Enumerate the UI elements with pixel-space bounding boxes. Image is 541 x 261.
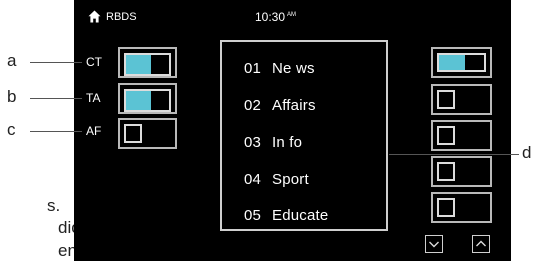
preset-toggle-3[interactable] bbox=[431, 120, 492, 151]
ta-toggle[interactable] bbox=[118, 83, 177, 114]
clock-time: 10:30 bbox=[255, 10, 286, 24]
preset-number: 04 bbox=[244, 171, 262, 188]
preset-name: In fo bbox=[272, 134, 303, 151]
chevron-up-icon bbox=[476, 240, 486, 247]
home-icon[interactable] bbox=[88, 10, 101, 23]
preset-checkbox-4 bbox=[437, 162, 455, 181]
clock-meridiem: AM bbox=[287, 12, 297, 18]
preset-item-01[interactable]: 01 Ne ws bbox=[244, 60, 315, 77]
preset-number: 02 bbox=[244, 97, 262, 114]
callout-line-b bbox=[30, 98, 82, 99]
callout-line-d bbox=[389, 154, 519, 155]
preset-checkbox-3 bbox=[437, 126, 455, 145]
preset-name: Ne ws bbox=[272, 60, 315, 77]
preset-item-04[interactable]: 04 Sport bbox=[244, 171, 309, 188]
chevron-down-icon bbox=[429, 241, 439, 248]
af-label: AF bbox=[86, 124, 102, 138]
preset-item-03[interactable]: 03 In fo bbox=[244, 134, 302, 151]
ct-label: CT bbox=[86, 55, 102, 69]
preset-item-05[interactable]: 05 Educate bbox=[244, 207, 328, 224]
preset-toggle-1[interactable] bbox=[431, 47, 492, 78]
ct-toggle[interactable] bbox=[118, 47, 177, 78]
app-title: RBDS bbox=[106, 11, 137, 23]
preset-item-02[interactable]: 02 Affairs bbox=[244, 97, 316, 114]
preset-list: 01 Ne ws 02 Affairs 03 In fo 04 Sport 05 Educ… bbox=[220, 40, 388, 231]
ta-toggle-fill bbox=[126, 91, 151, 110]
rbds-screen: RBDS 10:30 AM CT TA AF 01 Ne ws 02 Affairs … bbox=[74, 0, 511, 261]
preset-toggle-1-fill bbox=[439, 55, 466, 70]
preset-checkbox-5 bbox=[437, 198, 455, 217]
callout-d: d bbox=[522, 143, 532, 162]
status-bar: RBDS 10:30 AM bbox=[74, 0, 511, 32]
preset-toggle-5[interactable] bbox=[431, 192, 492, 223]
ct-toggle-fill bbox=[126, 55, 151, 74]
preset-name: Educate bbox=[272, 207, 329, 224]
callout-a: a bbox=[7, 51, 17, 70]
preset-name: Sport bbox=[272, 171, 309, 188]
scroll-down-button[interactable] bbox=[425, 235, 443, 253]
preset-number: 01 bbox=[244, 60, 262, 77]
scroll-up-button[interactable] bbox=[472, 235, 490, 253]
preset-toggle-4[interactable] bbox=[431, 156, 492, 187]
preset-number: 05 bbox=[244, 207, 262, 224]
preset-name: Affairs bbox=[272, 97, 316, 114]
callout-b: b bbox=[7, 87, 17, 106]
preset-toggle-2[interactable] bbox=[431, 84, 492, 115]
preset-checkbox-2 bbox=[437, 90, 455, 109]
page-text-fragment: s. bbox=[47, 196, 61, 215]
callout-c: c bbox=[7, 120, 16, 139]
af-toggle[interactable] bbox=[118, 118, 177, 149]
callout-line-c bbox=[30, 131, 82, 132]
callout-line-a bbox=[30, 62, 82, 63]
clock: 10:30 AM bbox=[255, 10, 296, 24]
ta-label: TA bbox=[86, 91, 101, 105]
af-checkbox bbox=[124, 124, 142, 143]
preset-number: 03 bbox=[244, 134, 262, 151]
